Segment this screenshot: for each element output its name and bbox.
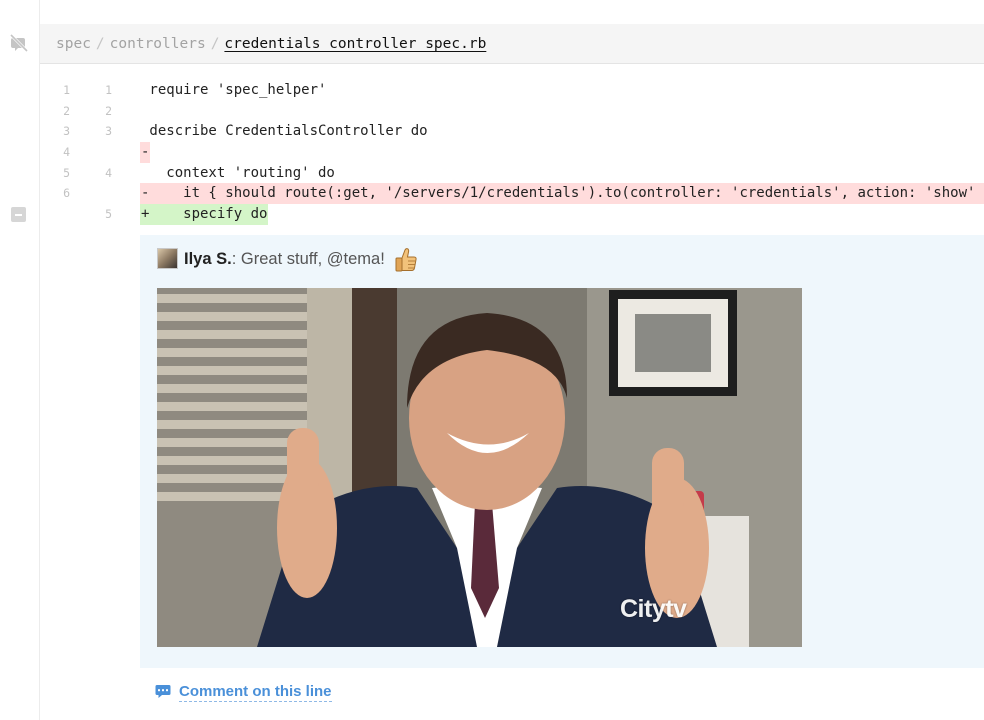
code-line-deleted: - (140, 142, 151, 163)
diff-line-added[interactable]: 5 + specify do (40, 204, 984, 225)
mute-notifications-icon[interactable] (8, 32, 30, 54)
diff-line[interactable]: 3 3 describe CredentialsController do (40, 121, 984, 142)
code-line-added: + specify do (140, 204, 269, 225)
file-breadcrumb: spec / controllers / credentials_controller_… (40, 24, 984, 64)
diff-line[interactable]: 1 1 require 'spec_helper' (40, 80, 984, 101)
comment-on-line-label[interactable]: Comment on this line (179, 682, 332, 702)
animated-gif-image: Citytv (157, 288, 802, 647)
file-name-link[interactable]: credentials_controller_spec.rb (224, 36, 486, 52)
diff-view: 1 1 require 'spec_helper' 2 2 3 3 descri… (40, 80, 984, 225)
collapse-icon[interactable] (11, 207, 26, 222)
old-line-number[interactable]: 5 (48, 163, 70, 184)
old-line-number[interactable]: 6 (48, 183, 70, 204)
old-line-number[interactable]: 1 (48, 80, 70, 101)
breadcrumb-part-spec[interactable]: spec (56, 36, 91, 52)
old-line-number[interactable]: 2 (48, 101, 70, 122)
diff-line-deleted[interactable]: 6 - it { should route(:get, '/servers/1/… (40, 183, 984, 205)
code-line: context 'routing' do (141, 164, 335, 181)
breadcrumb-separator: / (210, 36, 220, 52)
comment-author[interactable]: Ilya S. (184, 250, 232, 268)
diff-line[interactable]: 2 2 (40, 101, 984, 122)
new-line-number[interactable]: 5 (90, 204, 112, 225)
thumbs-up-icon (395, 248, 417, 272)
new-line-number[interactable]: 3 (90, 121, 112, 142)
comment-bubble-icon (155, 685, 171, 698)
new-line-number[interactable]: 1 (90, 80, 112, 101)
breadcrumb-part-controllers[interactable]: controllers (110, 36, 206, 52)
code-line: require 'spec_helper' (141, 82, 327, 98)
gif-watermark: Citytv (620, 595, 687, 623)
comment-message: Great stuff, @tema! (236, 250, 385, 268)
old-line-number[interactable]: 3 (48, 121, 70, 142)
old-line-number[interactable]: 4 (48, 142, 70, 163)
breadcrumb-separator: / (95, 36, 105, 52)
new-line-number[interactable]: 4 (90, 163, 112, 184)
code-line-deleted: - it { should route(:get, '/servers/1/cr… (140, 183, 984, 205)
code-line: describe CredentialsController do (141, 123, 428, 140)
diff-line[interactable]: 5 4 context 'routing' do (40, 163, 984, 184)
inline-comment: Ilya S.: Great stuff, @tema! Citytv (140, 235, 984, 668)
diff-line-deleted[interactable]: 4 - (40, 142, 984, 163)
comment-body: Ilya S.: Great stuff, @tema! (184, 248, 385, 270)
new-line-number[interactable]: 2 (90, 101, 112, 122)
avatar[interactable] (157, 248, 178, 269)
left-gutter (0, 0, 40, 720)
